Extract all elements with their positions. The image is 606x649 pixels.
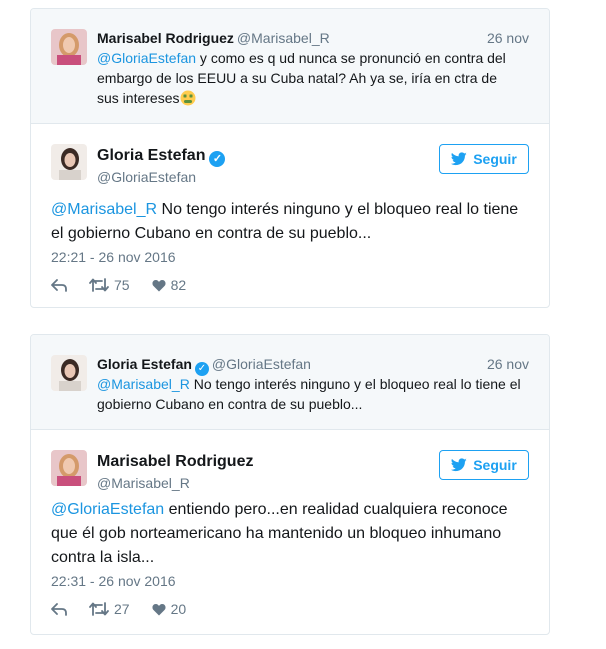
like-button[interactable]: 82 — [152, 277, 187, 293]
author-name[interactable]: Marisabel Rodriguez — [97, 30, 234, 46]
mention-link[interactable]: @GloriaEstefan — [51, 501, 164, 518]
follow-button[interactable]: Seguir — [439, 450, 529, 480]
author-handle[interactable]: @Marisabel_R — [97, 474, 190, 492]
main-tweet: Marisabel Rodriguez @Marisabel_R Seguir … — [31, 430, 549, 634]
like-count: 82 — [170, 277, 187, 293]
tweet-timestamp[interactable]: 22:31 - 26 nov 2016 — [51, 572, 176, 590]
reply-icon — [51, 279, 67, 292]
parent-header: Gloria Estefan ✓ @GloriaEstefan 26 nov — [97, 355, 529, 376]
retweet-count: 27 — [114, 601, 130, 617]
retweet-button[interactable]: 75 — [89, 277, 130, 293]
author-name[interactable]: Gloria Estefan ✓ — [97, 146, 226, 167]
mention-link[interactable]: @Marisabel_R — [51, 201, 157, 218]
author-name[interactable]: Gloria Estefan — [97, 356, 192, 372]
retweet-button[interactable]: 27 — [89, 601, 130, 617]
tweet-text: @Marisabel_R No tengo interés ninguno y … — [51, 201, 519, 242]
parent-header: Marisabel Rodriguez @Marisabel_R 26 nov — [97, 29, 529, 47]
author-handle[interactable]: @GloriaEstefan — [212, 356, 311, 372]
avatar[interactable] — [51, 29, 87, 65]
twitter-bird-icon — [451, 152, 467, 166]
author-name[interactable]: Marisabel Rodriguez — [97, 452, 253, 472]
tweet-text: @GloriaEstefan entiendo pero...en realid… — [51, 501, 508, 566]
parent-tweet-text: @Marisabel_R No tengo interés ninguno y … — [97, 376, 521, 412]
avatar[interactable] — [51, 355, 87, 391]
reply-button[interactable] — [51, 278, 67, 292]
quoted-parent-tweet[interactable]: Gloria Estefan ✓ @GloriaEstefan 26 nov @Ma… — [31, 335, 549, 430]
main-tweet: Gloria Estefan ✓ @GloriaEstefan Seguir @M… — [31, 124, 549, 307]
retweet-icon — [89, 602, 109, 616]
heart-icon — [152, 603, 166, 615]
mention-link[interactable]: @GloriaEstefan — [97, 50, 196, 66]
author-handle[interactable]: @GloriaEstefan — [97, 168, 196, 186]
mention-link[interactable]: @Marisabel_R — [97, 376, 190, 392]
tweet-date[interactable]: 26 nov — [487, 29, 529, 47]
quoted-parent-tweet[interactable]: Marisabel Rodriguez @Marisabel_R 26 nov @… — [31, 9, 549, 124]
verified-badge-icon: ✓ — [209, 151, 226, 167]
parent-tweet-text: @GloriaEstefan y como es q ud nunca se p… — [97, 48, 531, 111]
follow-button[interactable]: Seguir — [439, 144, 529, 174]
tweet-actions: 27 20 — [51, 599, 208, 619]
avatar[interactable] — [51, 450, 87, 486]
tweet-card: Marisabel Rodriguez @Marisabel_R 26 nov @… — [30, 8, 550, 308]
tweet-date[interactable]: 26 nov — [487, 355, 529, 373]
reply-button[interactable] — [51, 602, 67, 616]
retweet-icon — [89, 278, 109, 292]
tweet-card: Gloria Estefan ✓ @GloriaEstefan 26 nov @Ma… — [30, 334, 550, 635]
money-mouth-face-icon — [180, 90, 196, 111]
avatar[interactable] — [51, 144, 87, 180]
like-button[interactable]: 20 — [152, 601, 187, 617]
reply-icon — [51, 603, 67, 616]
author-handle[interactable]: @Marisabel_R — [237, 30, 330, 46]
retweet-count: 75 — [114, 277, 130, 293]
heart-icon — [152, 279, 166, 291]
tweet-actions: 75 82 — [51, 275, 208, 295]
twitter-bird-icon — [451, 458, 467, 472]
tweet-timestamp[interactable]: 22:21 - 26 nov 2016 — [51, 248, 176, 266]
like-count: 20 — [170, 601, 187, 617]
